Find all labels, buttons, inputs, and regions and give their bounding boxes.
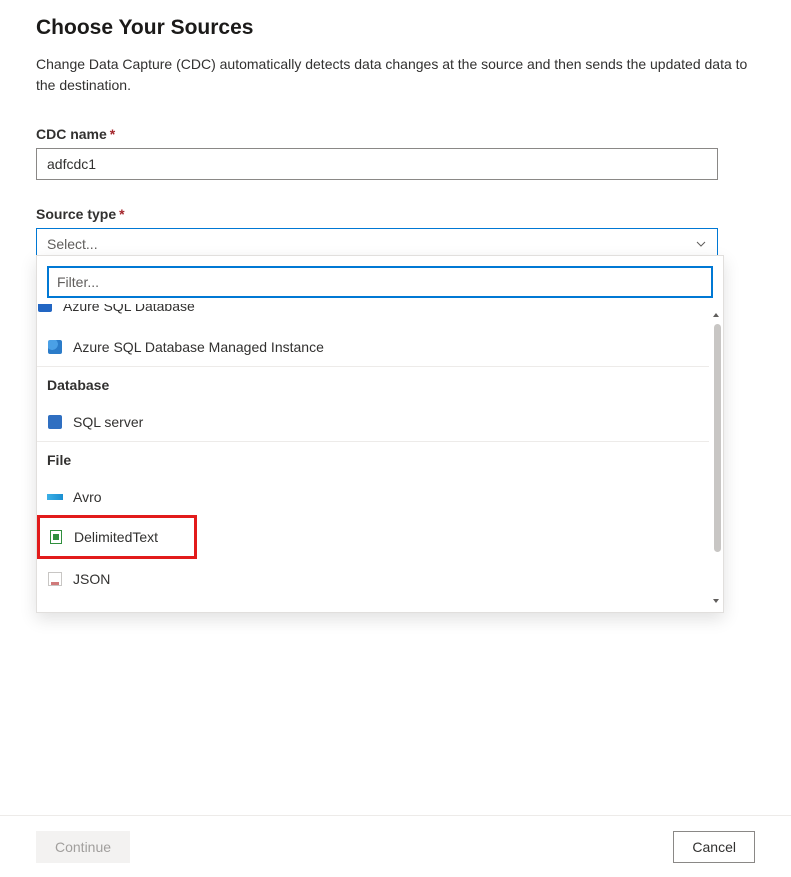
cdc-name-label: CDC name* xyxy=(36,126,755,142)
choose-sources-panel: Choose Your Sources Change Data Capture … xyxy=(0,0,791,815)
option-label: SQL server xyxy=(73,414,143,430)
sql-server-icon xyxy=(47,414,63,430)
option-avro[interactable]: Avro xyxy=(37,476,709,516)
page-description: Change Data Capture (CDC) automatically … xyxy=(36,54,755,96)
source-type-label-text: Source type xyxy=(36,206,116,222)
option-azure-sql-database[interactable]: Azure SQL Database xyxy=(37,304,709,326)
option-label: Azure SQL Database Managed Instance xyxy=(73,339,324,355)
source-type-label: Source type* xyxy=(36,206,755,222)
cdc-name-input[interactable] xyxy=(36,148,718,180)
scroll-thumb[interactable] xyxy=(714,324,721,552)
azure-sql-icon xyxy=(37,304,53,314)
cdc-name-field: CDC name* xyxy=(36,126,755,180)
scroll-up-arrow-icon[interactable] xyxy=(711,310,721,320)
option-orc[interactable]: ORC xyxy=(37,598,709,612)
cancel-button[interactable]: Cancel xyxy=(673,831,755,863)
option-json[interactable]: JSON xyxy=(37,558,709,598)
option-delimitedtext[interactable]: DelimitedText xyxy=(37,515,197,559)
option-sql-server[interactable]: SQL server xyxy=(37,401,709,441)
scroll-down-arrow-icon[interactable] xyxy=(711,596,721,606)
azure-sql-mi-icon xyxy=(47,339,63,355)
source-type-filter-input[interactable] xyxy=(47,266,713,298)
source-type-dropdown: Azure SQL Database Azure SQL Database Ma… xyxy=(36,255,724,613)
option-label: Azure SQL Database xyxy=(63,304,195,314)
cdc-name-label-text: CDC name xyxy=(36,126,107,142)
delimited-text-icon xyxy=(48,529,64,545)
option-label: DelimitedText xyxy=(74,529,158,545)
group-header-file: File xyxy=(37,442,709,476)
source-type-field: Source type* Select... xyxy=(36,206,755,260)
option-label: JSON xyxy=(73,571,110,587)
avro-icon xyxy=(47,489,63,505)
option-label: ORC xyxy=(73,610,104,612)
select-placeholder: Select... xyxy=(47,236,98,252)
group-header-database: Database xyxy=(37,367,709,401)
page-title: Choose Your Sources xyxy=(36,16,755,40)
continue-button: Continue xyxy=(36,831,130,863)
required-asterisk: * xyxy=(119,206,124,222)
orc-icon xyxy=(47,610,63,612)
json-icon xyxy=(47,571,63,587)
source-type-options-list[interactable]: Azure SQL Database Azure SQL Database Ma… xyxy=(37,304,723,612)
required-asterisk: * xyxy=(110,126,115,142)
scrollbar[interactable] xyxy=(711,310,721,606)
chevron-down-icon xyxy=(695,238,707,250)
footer: Continue Cancel xyxy=(0,815,791,877)
option-label: Avro xyxy=(73,489,102,505)
option-azure-sql-mi[interactable]: Azure SQL Database Managed Instance xyxy=(37,326,709,366)
